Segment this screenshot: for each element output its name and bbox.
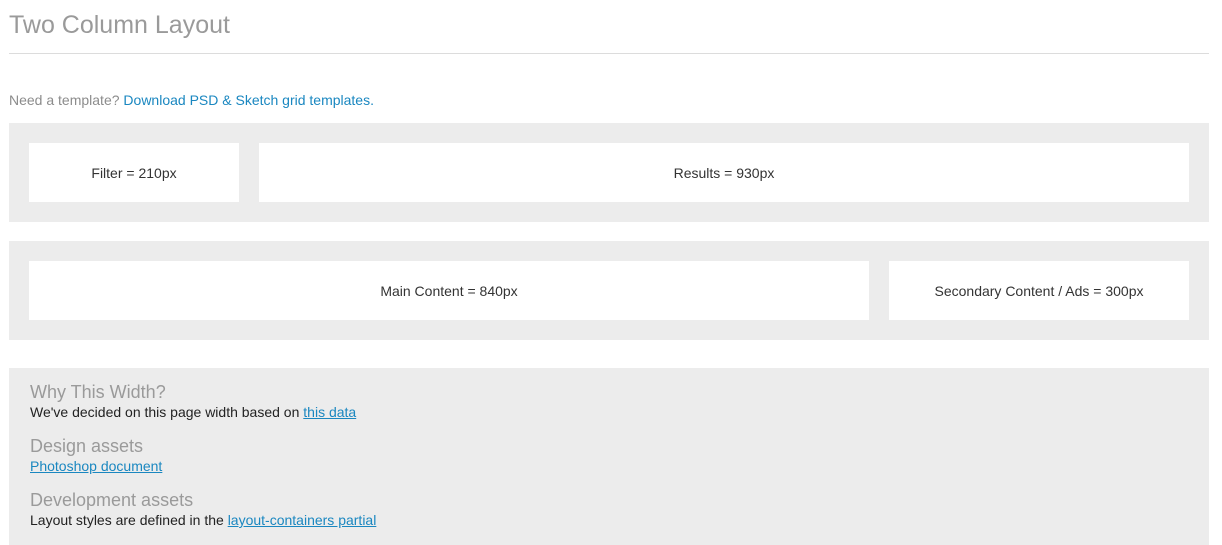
layout-containers-partial-link[interactable]: layout-containers partial bbox=[228, 512, 377, 528]
filter-column-label: Filter = 210px bbox=[91, 164, 177, 181]
results-column-label: Results = 930px bbox=[673, 164, 775, 181]
filter-column: Filter = 210px bbox=[29, 143, 239, 202]
layout-row-main-secondary: Main Content = 840px Secondary Content /… bbox=[9, 241, 1209, 340]
why-width-text: We've decided on this page width based o… bbox=[30, 403, 356, 421]
design-assets-text: Photoshop document bbox=[30, 457, 162, 475]
title-divider bbox=[9, 53, 1209, 54]
info-panel: Why This Width? We've decided on this pa… bbox=[9, 368, 1209, 545]
development-assets-text: Layout styles are defined in the layout-… bbox=[30, 511, 376, 529]
template-note: Need a template? Download PSD & Sketch g… bbox=[9, 91, 374, 109]
development-assets-body: Layout styles are defined in the bbox=[30, 512, 228, 528]
why-width-heading: Why This Width? bbox=[30, 382, 166, 402]
page-title: Two Column Layout bbox=[9, 11, 230, 39]
design-assets-heading: Design assets bbox=[30, 436, 144, 456]
layout-row-filter-results: Filter = 210px Results = 930px bbox=[9, 123, 1209, 222]
main-content-label: Main Content = 840px bbox=[380, 282, 518, 299]
results-column: Results = 930px bbox=[259, 143, 1189, 202]
download-templates-link[interactable]: Download PSD & Sketch grid templates. bbox=[123, 92, 374, 108]
photoshop-document-link[interactable]: Photoshop document bbox=[30, 458, 162, 474]
why-width-body: We've decided on this page width based o… bbox=[30, 404, 304, 420]
secondary-content-label: Secondary Content / Ads = 300px bbox=[934, 282, 1144, 299]
template-note-prefix: Need a template? bbox=[9, 92, 120, 108]
development-assets-heading: Development assets bbox=[30, 490, 194, 510]
main-content-column: Main Content = 840px bbox=[29, 261, 869, 320]
this-data-link[interactable]: this data bbox=[303, 404, 356, 420]
secondary-content-column: Secondary Content / Ads = 300px bbox=[889, 261, 1189, 320]
